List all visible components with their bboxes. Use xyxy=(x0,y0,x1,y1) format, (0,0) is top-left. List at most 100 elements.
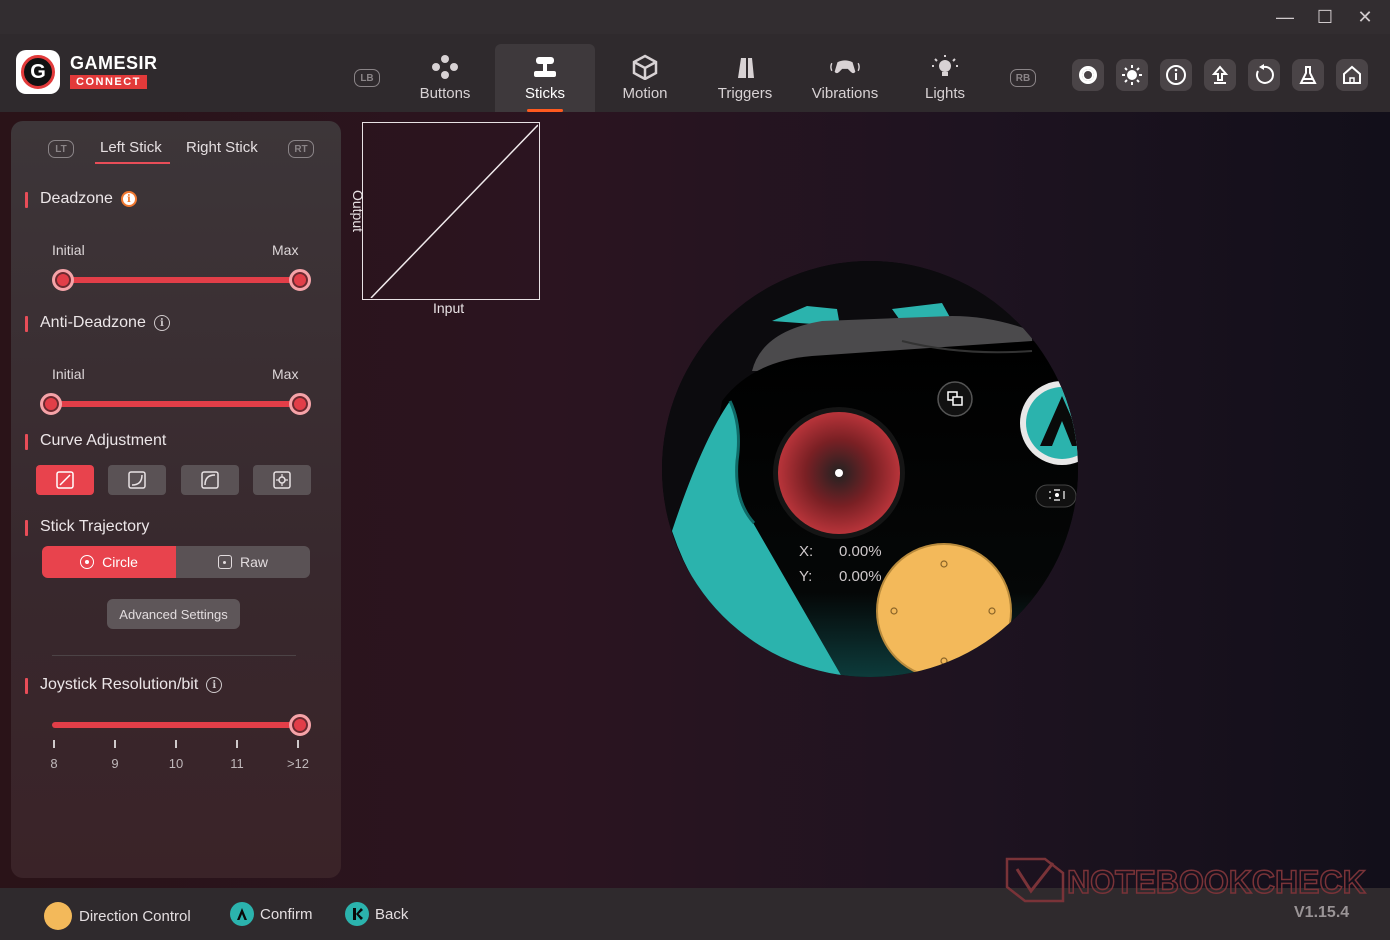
linear-curve-icon xyxy=(56,471,74,489)
tab-left-stick[interactable]: Left Stick xyxy=(100,139,162,156)
anti-deadzone-max-knob[interactable] xyxy=(289,393,311,415)
tab-label: Lights xyxy=(924,85,966,102)
y-axis-label: Y: xyxy=(799,568,813,585)
circle-label: Circle xyxy=(102,554,138,570)
confirm-label: Confirm xyxy=(260,905,313,923)
circle-icon xyxy=(80,555,95,569)
tick-mark xyxy=(175,740,177,748)
tick-mark xyxy=(53,740,55,748)
logo-title: GAMESIR xyxy=(70,53,158,73)
chart-x-label: Input xyxy=(433,300,465,316)
curve-linear-button[interactable] xyxy=(36,465,94,495)
chart-y-label: Output xyxy=(350,189,367,233)
maximize-button[interactable]: ☐ xyxy=(1305,0,1345,34)
gamesir-logo: G GAMESIR CONNECT xyxy=(16,50,158,94)
confirm-hint: Confirm xyxy=(230,902,313,926)
controller-illustration xyxy=(662,261,1078,677)
brightness-button[interactable] xyxy=(1116,59,1148,91)
rb-bumper-icon[interactable]: RB xyxy=(1010,69,1036,87)
deadzone-max-knob[interactable] xyxy=(289,269,311,291)
deadzone-max-label: Max xyxy=(272,242,299,258)
watermark-logo: NOTEBOOKCHECK xyxy=(1005,855,1385,910)
resolution-slider-knob[interactable] xyxy=(289,714,311,736)
anti-deadzone-info-icon[interactable]: i xyxy=(153,315,170,331)
lb-bumper-icon[interactable]: LB xyxy=(354,69,380,87)
reset-button[interactable] xyxy=(1248,59,1280,91)
lt-trigger-icon[interactable]: LT xyxy=(48,140,74,158)
anti-deadzone-slider-track[interactable] xyxy=(51,401,300,407)
dpad-icon xyxy=(44,902,72,930)
logo-icon: G xyxy=(16,50,60,94)
tab-lights[interactable]: Lights xyxy=(895,44,995,112)
direction-label: Direction Control xyxy=(79,907,191,925)
tick-mark xyxy=(297,740,299,748)
close-button[interactable]: ✕ xyxy=(1345,0,1385,34)
home-icon xyxy=(1343,65,1361,84)
tab-sticks[interactable]: Sticks xyxy=(495,44,595,112)
tab-label: Vibrations xyxy=(811,85,879,102)
tick-label: 11 xyxy=(230,756,244,771)
advanced-settings-button[interactable]: Advanced Settings xyxy=(107,599,240,629)
response-curve-line xyxy=(370,124,539,299)
tab-label: Triggers xyxy=(717,85,773,102)
upload-icon xyxy=(1211,65,1229,84)
tab-label: Motion xyxy=(622,85,668,102)
lab-button[interactable] xyxy=(1292,59,1324,91)
delayed-curve-icon xyxy=(128,471,146,489)
section-marker xyxy=(25,434,28,450)
curve-fast-button[interactable] xyxy=(181,465,239,495)
tab-vibrations[interactable]: Vibrations xyxy=(795,44,895,112)
tick-mark xyxy=(236,740,238,748)
deadzone-slider-track[interactable] xyxy=(63,277,300,283)
vibrations-icon xyxy=(829,53,861,81)
minimize-button[interactable]: — xyxy=(1265,0,1305,34)
trajectory-circle-button[interactable]: Circle xyxy=(42,546,176,578)
y-axis-value: 0.00% xyxy=(839,568,882,585)
app-window: — ☐ ✕ G GAMESIR CONNECT LB Buttons Stick… xyxy=(0,0,1390,940)
lab-icon xyxy=(1299,66,1317,84)
logo-subtitle: CONNECT xyxy=(70,75,147,89)
deadzone-initial-knob[interactable] xyxy=(52,269,74,291)
response-curve-chart xyxy=(362,122,540,300)
section-marker xyxy=(25,520,28,536)
deadzone-initial-label: Initial xyxy=(52,242,85,258)
tab-triggers[interactable]: Triggers xyxy=(695,44,795,112)
record-button[interactable] xyxy=(1072,59,1104,91)
home-button[interactable] xyxy=(1336,59,1368,91)
section-marker xyxy=(25,678,28,694)
title-bar: — ☐ ✕ xyxy=(0,0,1390,34)
deadzone-label: Deadzone xyxy=(40,190,113,207)
x-axis-value: 0.00% xyxy=(839,543,882,560)
resolution-slider-track[interactable] xyxy=(52,722,300,728)
resolution-label: Joystick Resolution/bit xyxy=(40,676,199,693)
brightness-icon xyxy=(1122,65,1142,85)
upload-button[interactable] xyxy=(1204,59,1236,91)
section-marker xyxy=(25,316,28,332)
deadzone-title: Deadzone i xyxy=(40,190,137,208)
trajectory-raw-button[interactable]: Raw xyxy=(176,546,310,578)
tab-motion[interactable]: Motion xyxy=(595,44,695,112)
record-icon xyxy=(1079,66,1097,84)
lights-icon xyxy=(929,53,961,81)
anti-deadzone-max-label: Max xyxy=(272,366,299,382)
custom-curve-icon xyxy=(273,471,291,489)
resolution-info-icon[interactable]: i xyxy=(206,677,223,693)
deadzone-info-icon[interactable]: i xyxy=(120,191,137,207)
curve-delayed-button[interactable] xyxy=(108,465,166,495)
x-axis-label: X: xyxy=(799,543,814,560)
a-button-icon xyxy=(230,902,254,926)
raw-label: Raw xyxy=(239,554,268,570)
tab-buttons[interactable]: Buttons xyxy=(395,44,495,112)
fast-curve-icon xyxy=(201,471,219,489)
curve-custom-button[interactable] xyxy=(253,465,311,495)
curve-title: Curve Adjustment xyxy=(40,432,167,449)
tab-right-stick[interactable]: Right Stick xyxy=(186,139,258,156)
anti-deadzone-initial-knob[interactable] xyxy=(40,393,62,415)
rt-trigger-icon[interactable]: RT xyxy=(288,140,314,158)
header: G GAMESIR CONNECT LB Buttons Sticks Moti… xyxy=(0,34,1390,112)
info-button[interactable] xyxy=(1160,59,1192,91)
anti-deadzone-title: Anti-Deadzone i xyxy=(40,314,170,332)
controller-preview xyxy=(662,261,1078,677)
tab-label: Sticks xyxy=(524,85,565,102)
motion-icon xyxy=(629,53,661,81)
